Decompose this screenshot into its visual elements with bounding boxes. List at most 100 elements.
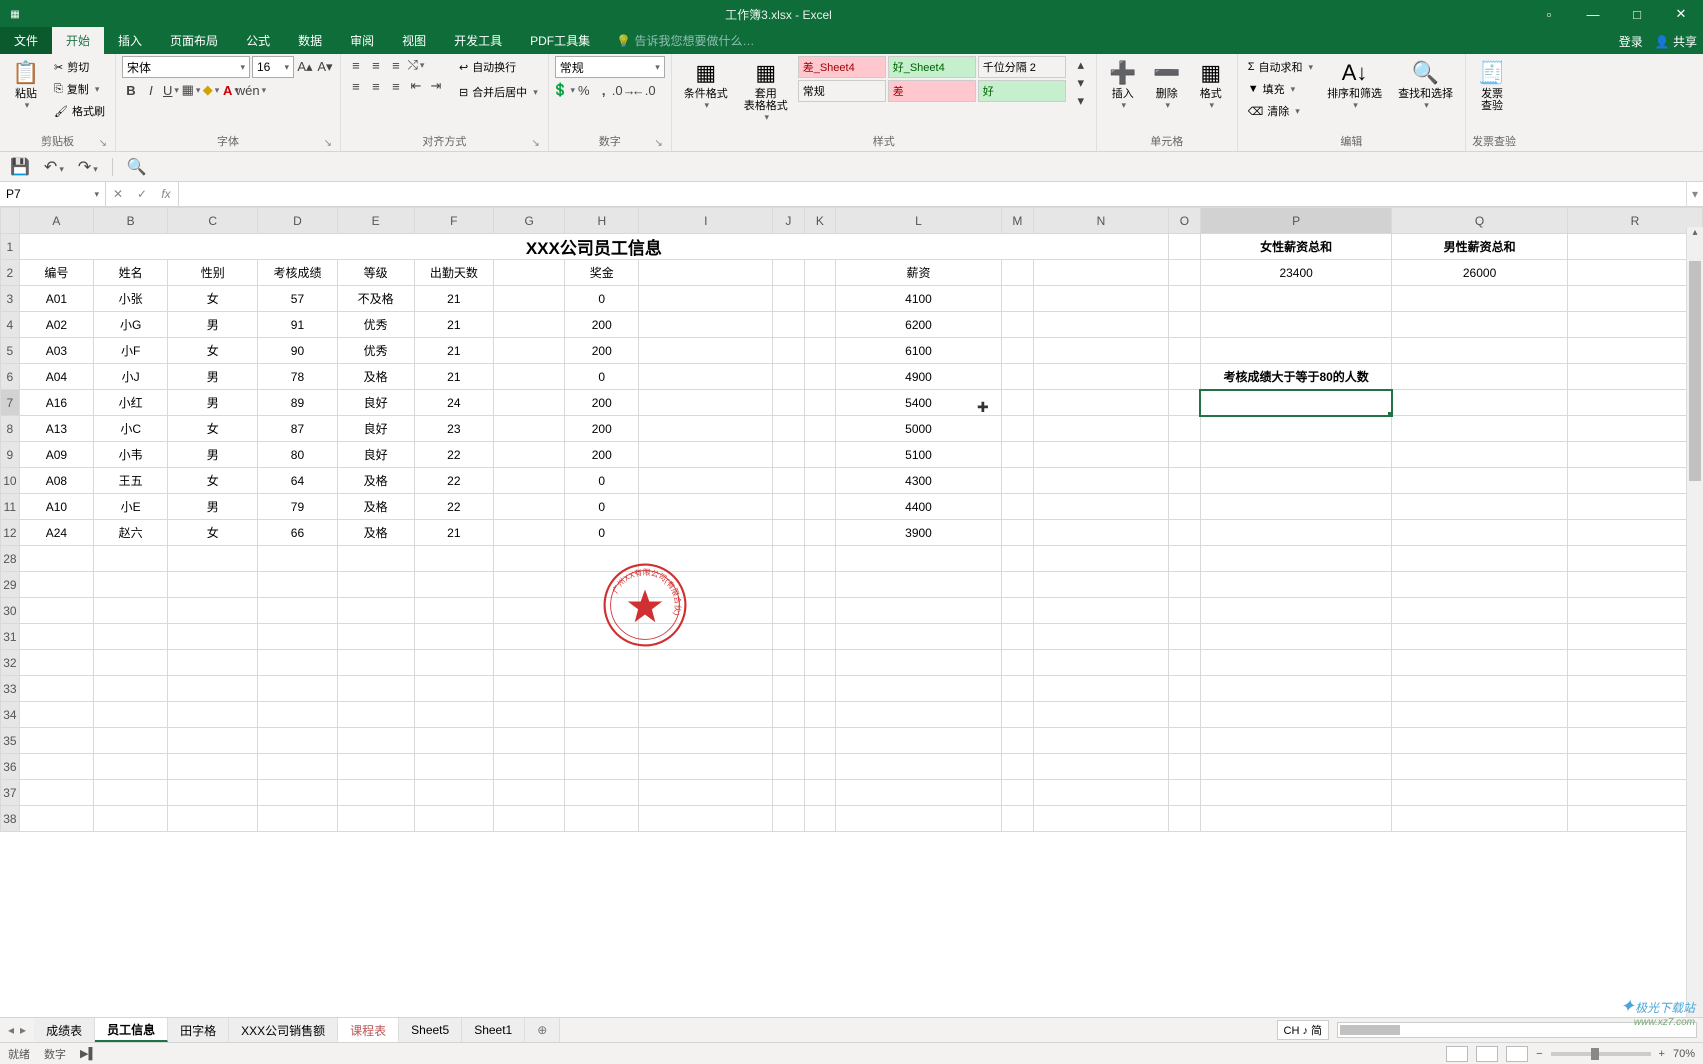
cell[interactable]: A04 (19, 364, 93, 390)
cell[interactable]: 男性薪资总和 (1392, 234, 1567, 260)
cell[interactable] (773, 728, 804, 754)
cell[interactable] (1001, 728, 1033, 754)
cell[interactable] (1168, 754, 1200, 780)
zoom-level[interactable]: 70% (1673, 1048, 1695, 1060)
cell[interactable] (773, 312, 804, 338)
style-thousands2[interactable]: 千位分隔 2 (978, 56, 1066, 78)
cell[interactable] (773, 572, 804, 598)
cell[interactable] (19, 676, 93, 702)
cell[interactable] (19, 572, 93, 598)
number-launcher[interactable]: ↘ (654, 138, 662, 149)
style-bad[interactable]: 差 (888, 80, 976, 102)
cell[interactable] (494, 364, 565, 390)
cell[interactable] (1567, 702, 1702, 728)
macro-record-icon[interactable]: ▶▌ (80, 1047, 96, 1060)
cell[interactable] (19, 624, 93, 650)
col-header[interactable]: G (494, 208, 565, 234)
cell[interactable] (1033, 780, 1168, 806)
cell[interactable]: 小张 (94, 286, 168, 312)
cell[interactable]: 女 (168, 468, 258, 494)
cell[interactable]: 小J (94, 364, 168, 390)
cell[interactable] (1001, 676, 1033, 702)
cell[interactable] (804, 754, 836, 780)
cell[interactable] (836, 598, 1002, 624)
row-header[interactable]: 29 (1, 572, 20, 598)
sort-filter-button[interactable]: A↓排序和筛选▾ (1321, 56, 1388, 115)
name-box[interactable]: P7▾ (0, 182, 106, 206)
merge-center-button[interactable]: ⊟合并后居中▾ (455, 81, 542, 103)
cell[interactable]: 良好 (337, 416, 414, 442)
italic-button[interactable]: I (142, 81, 160, 99)
sheet-tab[interactable]: Sheet5 (399, 1018, 462, 1042)
cell[interactable] (565, 806, 639, 832)
cell[interactable] (1392, 702, 1567, 728)
font-name-combo[interactable]: 宋体▾ (122, 56, 250, 78)
cell[interactable]: 26000 (1392, 260, 1567, 286)
spreadsheet-grid[interactable]: ABCDEFGHIJKLMNOPQR1XXX公司员工信息女性薪资总和男性薪资总和… (0, 207, 1703, 1017)
cell[interactable] (1033, 338, 1168, 364)
align-left-icon[interactable]: ≡ (347, 77, 365, 95)
cell[interactable] (1168, 702, 1200, 728)
cell[interactable]: 男 (168, 390, 258, 416)
decrease-decimal-icon[interactable]: ←.0 (635, 81, 653, 99)
sheet-tab[interactable]: 课程表 (338, 1018, 399, 1042)
tell-me-search[interactable]: 💡 告诉我您想要做什么… (616, 27, 754, 54)
tab-pdf[interactable]: PDF工具集 (516, 27, 604, 54)
cell[interactable] (414, 624, 494, 650)
cell[interactable] (1001, 312, 1033, 338)
cell[interactable] (1200, 650, 1391, 676)
cell[interactable] (94, 754, 168, 780)
cell[interactable]: 0 (565, 468, 639, 494)
cell[interactable] (168, 624, 258, 650)
underline-button[interactable]: U▾ (162, 81, 180, 99)
row-header[interactable]: 30 (1, 598, 20, 624)
cell[interactable] (1033, 364, 1168, 390)
cell[interactable] (639, 650, 773, 676)
cell[interactable]: A16 (19, 390, 93, 416)
cell[interactable] (494, 286, 565, 312)
cell[interactable]: 女 (168, 520, 258, 546)
sheet-tab[interactable]: XXX公司销售额 (229, 1018, 338, 1042)
cell[interactable] (494, 494, 565, 520)
cell[interactable]: 4300 (836, 468, 1002, 494)
cell[interactable]: 91 (258, 312, 338, 338)
cell[interactable] (94, 598, 168, 624)
cell[interactable] (804, 572, 836, 598)
cell[interactable] (639, 806, 773, 832)
minimize-button[interactable]: — (1571, 0, 1615, 28)
col-header[interactable]: C (168, 208, 258, 234)
col-header[interactable]: O (1168, 208, 1200, 234)
cell[interactable] (258, 728, 338, 754)
cell[interactable] (19, 702, 93, 728)
cell[interactable] (168, 754, 258, 780)
zoom-out-button[interactable]: − (1536, 1048, 1542, 1060)
row-header[interactable]: 10 (1, 468, 20, 494)
cell[interactable] (258, 572, 338, 598)
cell[interactable] (494, 572, 565, 598)
col-header[interactable]: L (836, 208, 1002, 234)
cell[interactable] (836, 702, 1002, 728)
indent-increase-icon[interactable]: ⇥ (427, 77, 445, 95)
cell[interactable] (1567, 754, 1702, 780)
cell[interactable]: 78 (258, 364, 338, 390)
cell[interactable] (19, 650, 93, 676)
col-header[interactable]: R (1567, 208, 1702, 234)
cell[interactable] (1033, 286, 1168, 312)
cell[interactable] (639, 728, 773, 754)
cell[interactable] (1567, 624, 1702, 650)
cell[interactable] (1200, 416, 1391, 442)
tab-data[interactable]: 数据 (284, 27, 336, 54)
cell[interactable] (1200, 312, 1391, 338)
insert-cells-button[interactable]: ➕插入▾ (1103, 56, 1143, 115)
gallery-up-icon[interactable]: ▴ (1072, 56, 1090, 74)
cell[interactable] (1001, 390, 1033, 416)
tab-file[interactable]: 文件 (0, 27, 52, 54)
cell[interactable]: A02 (19, 312, 93, 338)
cell[interactable] (1001, 520, 1033, 546)
cell[interactable] (494, 780, 565, 806)
cell[interactable] (1567, 598, 1702, 624)
cell[interactable] (168, 598, 258, 624)
cell[interactable]: 考核成绩大于等于80的人数 (1200, 364, 1391, 390)
cell[interactable] (773, 442, 804, 468)
row-header[interactable]: 2 (1, 260, 20, 286)
